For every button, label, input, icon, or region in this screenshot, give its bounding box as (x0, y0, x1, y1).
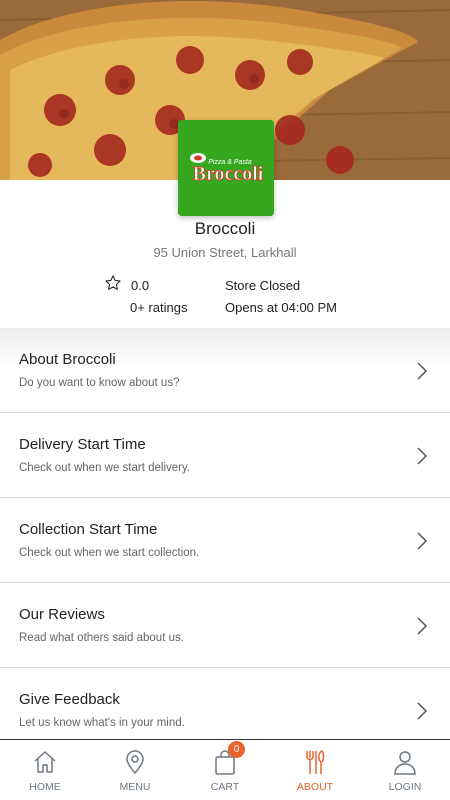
list-item-reviews[interactable]: Our Reviews Read what others said about … (0, 583, 450, 668)
tab-label: LOGIN (388, 781, 422, 793)
list-item-about[interactable]: About Broccoli Do you want to know about… (0, 328, 450, 413)
chevron-right-icon (417, 362, 428, 380)
chevron-right-icon (417, 702, 428, 720)
rating-value: 0.0 (131, 278, 150, 293)
tab-cart[interactable]: CART (180, 740, 270, 800)
tab-home[interactable]: HOME (0, 740, 90, 800)
user-icon (394, 751, 416, 775)
store-stats: 0.0 0+ ratings Store Closed Opens at 04:… (0, 274, 450, 324)
store-status: Store Closed (225, 278, 301, 293)
chevron-right-icon (417, 617, 428, 635)
store-name: Broccoli (194, 219, 256, 238)
chevron-right-icon (417, 447, 428, 465)
list-item-title: Our Reviews (19, 606, 105, 623)
list-item-subtitle: Do you want to know about us? (19, 377, 180, 389)
list-item-title: Delivery Start Time (19, 436, 146, 453)
list-item-delivery-start-time[interactable]: Delivery Start Time Check out when we st… (0, 413, 450, 498)
tab-label: MENU (119, 781, 151, 793)
tab-menu[interactable]: MENU (90, 740, 180, 800)
chevron-right-icon (417, 532, 428, 550)
list-item-subtitle: Check out when we start delivery. (19, 462, 191, 474)
store-logo: Pizza & Pasta Broccoli (178, 120, 274, 216)
fork-knife-icon (306, 750, 325, 774)
list-item-title: Collection Start Time (19, 521, 158, 538)
ratings-count: 0+ ratings (130, 300, 188, 315)
opening-time: Opens at 04:00 PM (225, 300, 338, 315)
map-pin-icon (126, 750, 144, 775)
list-item-title: About Broccoli (19, 351, 116, 368)
star-icon (105, 275, 121, 290)
tab-login[interactable]: LOGIN (360, 740, 450, 800)
cart-count-badge: 0 (228, 741, 245, 758)
home-icon (34, 751, 56, 773)
list-item-subtitle: Check out when we start collection. (19, 547, 200, 559)
tab-label: ABOUT (296, 781, 334, 793)
list-item-subtitle: Read what others said about us. (19, 632, 184, 644)
list-item-subtitle: Let us know what's in your mind. (19, 717, 185, 729)
tab-about[interactable]: ABOUT (270, 740, 360, 800)
logo-wordmark: Broccoli (193, 163, 264, 185)
tab-label: CART (210, 781, 240, 793)
tab-label: HOME (29, 781, 61, 793)
bottom-tab-bar: HOME MENU CART ABOUT LOGIN (0, 739, 450, 800)
store-address: 95 Union Street, Larkhall (153, 245, 297, 260)
list-item-title: Give Feedback (19, 691, 120, 708)
about-options-list: About Broccoli Do you want to know about… (0, 328, 450, 753)
list-item-collection-start-time[interactable]: Collection Start Time Check out when we … (0, 498, 450, 583)
